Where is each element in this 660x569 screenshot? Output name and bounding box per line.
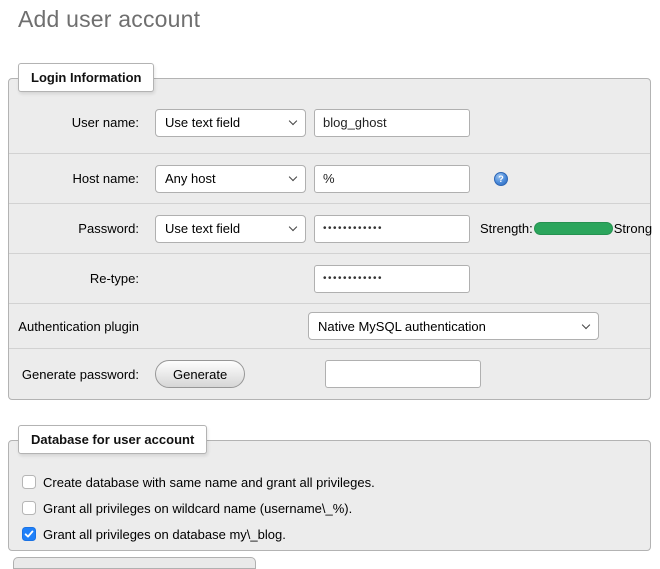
password-type-select[interactable]: Use text field [155, 215, 306, 243]
create-database-label[interactable]: Create database with same name and grant… [43, 475, 375, 490]
create-database-checkbox[interactable] [22, 475, 36, 489]
generate-button[interactable]: Generate [155, 360, 245, 388]
chevron-down-icon [289, 173, 297, 181]
password-label: Password: [9, 221, 147, 236]
hostname-label: Host name: [9, 171, 147, 186]
hostname-type-select[interactable]: Any host [155, 165, 306, 193]
username-input[interactable] [314, 109, 470, 137]
username-type-select-value: Use text field [165, 115, 240, 130]
wildcard-privileges-option: Grant all privileges on wildcard name (u… [9, 495, 650, 521]
database-privileges-option: Grant all privileges on database my\_blo… [9, 521, 650, 547]
retype-password-input[interactable] [314, 265, 470, 293]
username-label: User name: [9, 115, 147, 130]
password-strength: Strength: Strong [480, 221, 652, 236]
chevron-down-icon [289, 117, 297, 125]
generate-password-row: Generate password: Generate [9, 348, 650, 399]
strength-label: Strength: [480, 221, 533, 236]
auth-plugin-row: Authentication plugin Native MySQL authe… [9, 303, 650, 348]
chevron-down-icon [289, 223, 297, 231]
database-legend: Database for user account [18, 425, 207, 454]
database-privileges-label[interactable]: Grant all privileges on database my\_blo… [43, 527, 286, 542]
generate-password-label: Generate password: [9, 367, 147, 382]
hostname-type-select-value: Any host [165, 171, 216, 186]
help-icon[interactable]: ? [494, 172, 508, 186]
page-title: Add user account [18, 6, 200, 33]
login-information-fieldset: Login Information User name: Use text fi… [8, 78, 651, 400]
chevron-down-icon [582, 320, 590, 328]
wildcard-privileges-label[interactable]: Grant all privileges on wildcard name (u… [43, 501, 352, 516]
retype-label: Re-type: [9, 271, 147, 286]
retype-row: Re-type: [9, 253, 650, 303]
login-information-legend: Login Information [18, 63, 154, 92]
username-type-select[interactable]: Use text field [155, 109, 306, 137]
auth-plugin-select[interactable]: Native MySQL authentication [308, 312, 599, 340]
strength-meter [534, 222, 613, 235]
next-section-legend-peek [13, 557, 256, 569]
username-row: User name: Use text field [9, 92, 650, 153]
generated-password-input[interactable] [325, 360, 481, 388]
wildcard-privileges-checkbox[interactable] [22, 501, 36, 515]
password-type-select-value: Use text field [165, 221, 240, 236]
hostname-row: Host name: Any host ? [9, 153, 650, 203]
password-input[interactable] [314, 215, 470, 243]
auth-plugin-label: Authentication plugin [9, 319, 147, 334]
create-database-option: Create database with same name and grant… [9, 469, 650, 495]
hostname-input[interactable] [314, 165, 470, 193]
check-icon [24, 529, 34, 539]
database-privileges-checkbox[interactable] [22, 527, 36, 541]
auth-plugin-select-value: Native MySQL authentication [318, 319, 486, 334]
database-fieldset: Database for user account Create databas… [8, 440, 651, 551]
password-row: Password: Use text field Strength: Stron… [9, 203, 650, 253]
strength-value: Strong [614, 221, 652, 236]
